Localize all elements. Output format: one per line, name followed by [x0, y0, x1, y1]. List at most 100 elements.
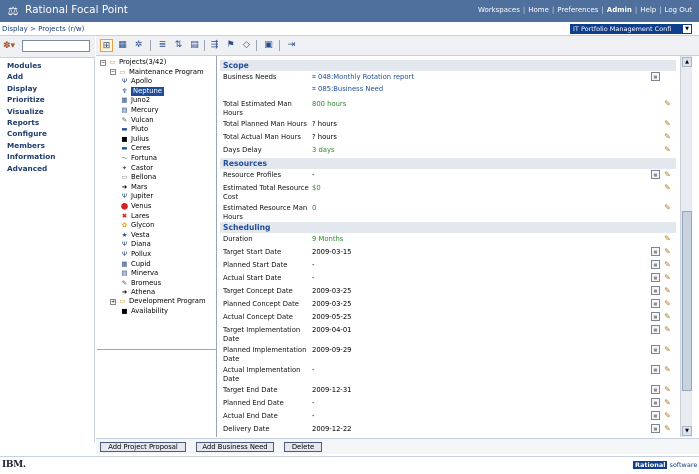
scroll-up-icon[interactable]: ▲	[682, 57, 692, 67]
edit-pencil-icon[interactable]: ✎	[663, 411, 672, 420]
calendar-icon[interactable]: ▦	[651, 170, 660, 179]
tree-item[interactable]: ✎ Vulcan	[120, 116, 154, 126]
collapse-icon[interactable]: −	[100, 59, 106, 66]
scroll-thumb[interactable]	[682, 211, 692, 391]
vertical-scrollbar[interactable]: ▲ ▼	[680, 56, 692, 437]
edit-pencil-icon[interactable]: ✎	[663, 183, 672, 192]
tree-item[interactable]: ▭ Bellona	[120, 173, 156, 183]
calendar-icon[interactable]: ▦	[651, 411, 660, 420]
sidebar-item-add[interactable]: Add	[0, 71, 95, 82]
tree-item[interactable]: 〜 Fortuna	[120, 154, 157, 164]
edit-pencil-icon[interactable]: ✎	[663, 145, 672, 154]
favorites-icon[interactable]: ✽▾	[3, 41, 23, 53]
calendar-icon[interactable]: ▦	[651, 312, 660, 321]
edit-pencil-icon[interactable]: ✎	[663, 299, 672, 308]
edit-pencil-icon[interactable]: ✎	[663, 234, 672, 243]
tree-item[interactable]: Ψ Jupiter	[120, 192, 153, 202]
expand-icon[interactable]: +	[110, 298, 116, 305]
nav-help[interactable]: Help	[640, 6, 656, 14]
sort-icon[interactable]: ⇅	[172, 39, 185, 52]
edit-pencil-icon[interactable]: ✎	[663, 286, 672, 295]
table-view-icon[interactable]: ▦	[116, 39, 129, 52]
add-project-proposal-button[interactable]: Add Project Proposal	[100, 442, 186, 452]
tree-item[interactable]: ✎ Bromeus	[120, 279, 161, 289]
tree-item[interactable]: ⬤ Venus	[120, 202, 152, 212]
edit-pencil-icon[interactable]: ✎	[663, 312, 672, 321]
tree-item[interactable]: ▤ Minerva	[120, 269, 158, 279]
edit-pencil-icon[interactable]: ✎	[663, 398, 672, 407]
tree-item[interactable]: ✦ Castor	[120, 164, 153, 174]
calendar-icon[interactable]: ▦	[651, 273, 660, 282]
diamond-icon[interactable]: ◇	[240, 39, 253, 52]
tree-item[interactable]: ▦ Juno2	[120, 96, 150, 106]
tree-group-maintenance[interactable]: − ▭ Maintenance Program	[110, 68, 204, 78]
compare-icon[interactable]: ⇶	[208, 39, 221, 52]
workspace-select[interactable]: IT Portfolio Management Confi ▼	[570, 24, 692, 34]
calendar-icon[interactable]: ▦	[651, 385, 660, 394]
calendar-icon[interactable]: ▦	[651, 424, 660, 433]
calendar-icon[interactable]: ▦	[651, 72, 660, 81]
bar-chart-icon[interactable]: ≣	[156, 39, 169, 52]
edit-pencil-icon[interactable]: ✎	[663, 365, 672, 374]
calendar-icon[interactable]: ▦	[651, 286, 660, 295]
edit-pencil-icon[interactable]: ✎	[663, 385, 672, 394]
hierarchy-icon[interactable]: ✲	[132, 39, 145, 52]
edit-pencil-icon[interactable]: ✎	[663, 203, 672, 212]
tree-item[interactable]: ➜ Mars	[120, 183, 148, 193]
edit-pencil-icon[interactable]: ✎	[663, 273, 672, 282]
flag-icon[interactable]: ⚑	[224, 39, 237, 52]
edit-pencil-icon[interactable]: ✎	[663, 99, 672, 108]
nav-preferences[interactable]: Preferences	[557, 6, 598, 14]
add-business-need-button[interactable]: Add Business Need	[196, 442, 274, 452]
sidebar-item-modules[interactable]: Modules	[0, 60, 95, 71]
tree-item[interactable]: Ψ Diana	[120, 240, 151, 250]
page-icon[interactable]: ▣	[262, 39, 275, 52]
tree-item[interactable]: ✖ Lares	[120, 212, 150, 222]
tree-availability[interactable]: ■ Availability	[120, 307, 168, 317]
sidebar-item-information[interactable]: Information	[0, 151, 95, 162]
edit-pencil-icon[interactable]: ✎	[663, 325, 672, 334]
scroll-down-icon[interactable]: ▼	[682, 426, 692, 436]
tree-view-icon[interactable]: ⊞	[100, 39, 113, 52]
edit-pencil-icon[interactable]: ✎	[663, 345, 672, 354]
tree-item[interactable]: ✿ Glycon	[120, 221, 155, 231]
nav-home[interactable]: Home	[528, 6, 549, 14]
edit-pencil-icon[interactable]: ✎	[663, 119, 672, 128]
calendar-icon[interactable]: ▦	[651, 365, 660, 374]
tree-item[interactable]: ▤ Mercury	[120, 106, 158, 116]
sidebar-item-configure[interactable]: Configure	[0, 128, 95, 139]
edit-pencil-icon[interactable]: ✎	[663, 170, 672, 179]
calendar-icon[interactable]: ▦	[651, 345, 660, 354]
tree-item[interactable]: ★ Vesta	[120, 231, 150, 241]
tree-item[interactable]: ▬ Pluto	[120, 125, 148, 135]
sidebar-item-visualize[interactable]: Visualize	[0, 106, 95, 117]
tree-item[interactable]: ♆ Neptune	[120, 86, 165, 97]
nav-admin[interactable]: Admin	[607, 6, 632, 14]
tree-item[interactable]: ▬ Ceres	[120, 144, 150, 154]
breadcrumb[interactable]: Display > Projects (r/w)	[2, 25, 84, 33]
business-need-link[interactable]: ⌗ 085:Business Need	[312, 85, 383, 94]
calendar-icon[interactable]: ▦	[651, 247, 660, 256]
edit-pencil-icon[interactable]: ✎	[663, 424, 672, 433]
sidebar-item-advanced[interactable]: Advanced	[0, 163, 95, 174]
edit-pencil-icon[interactable]: ✎	[663, 260, 672, 269]
tree-item[interactable]: ▦ Cupid	[120, 260, 150, 270]
edit-pencil-icon[interactable]: ✎	[663, 247, 672, 256]
sidebar-item-display[interactable]: Display	[0, 83, 95, 94]
collapse-icon[interactable]: −	[110, 69, 116, 76]
delete-button[interactable]: Delete	[284, 442, 322, 452]
nav-workspaces[interactable]: Workspaces	[478, 6, 520, 14]
nav-logout[interactable]: Log Out	[665, 6, 692, 14]
calendar-icon[interactable]: ▦	[651, 260, 660, 269]
sidebar-item-reports[interactable]: Reports	[0, 117, 95, 128]
sidebar-search-input[interactable]	[22, 40, 90, 52]
calendar-icon[interactable]: ▦	[651, 398, 660, 407]
edit-pencil-icon[interactable]: ✎	[663, 132, 672, 141]
tree-item[interactable]: Ψ Pollux	[120, 250, 151, 260]
calendar-icon[interactable]: ▦	[651, 325, 660, 334]
sidebar-item-prioritize[interactable]: Prioritize	[0, 94, 95, 105]
calendar-icon[interactable]: ▦	[651, 299, 660, 308]
sidebar-item-members[interactable]: Members	[0, 140, 95, 151]
export-icon[interactable]: ⇥	[285, 39, 298, 52]
filter-icon[interactable]: ▤	[188, 39, 201, 52]
